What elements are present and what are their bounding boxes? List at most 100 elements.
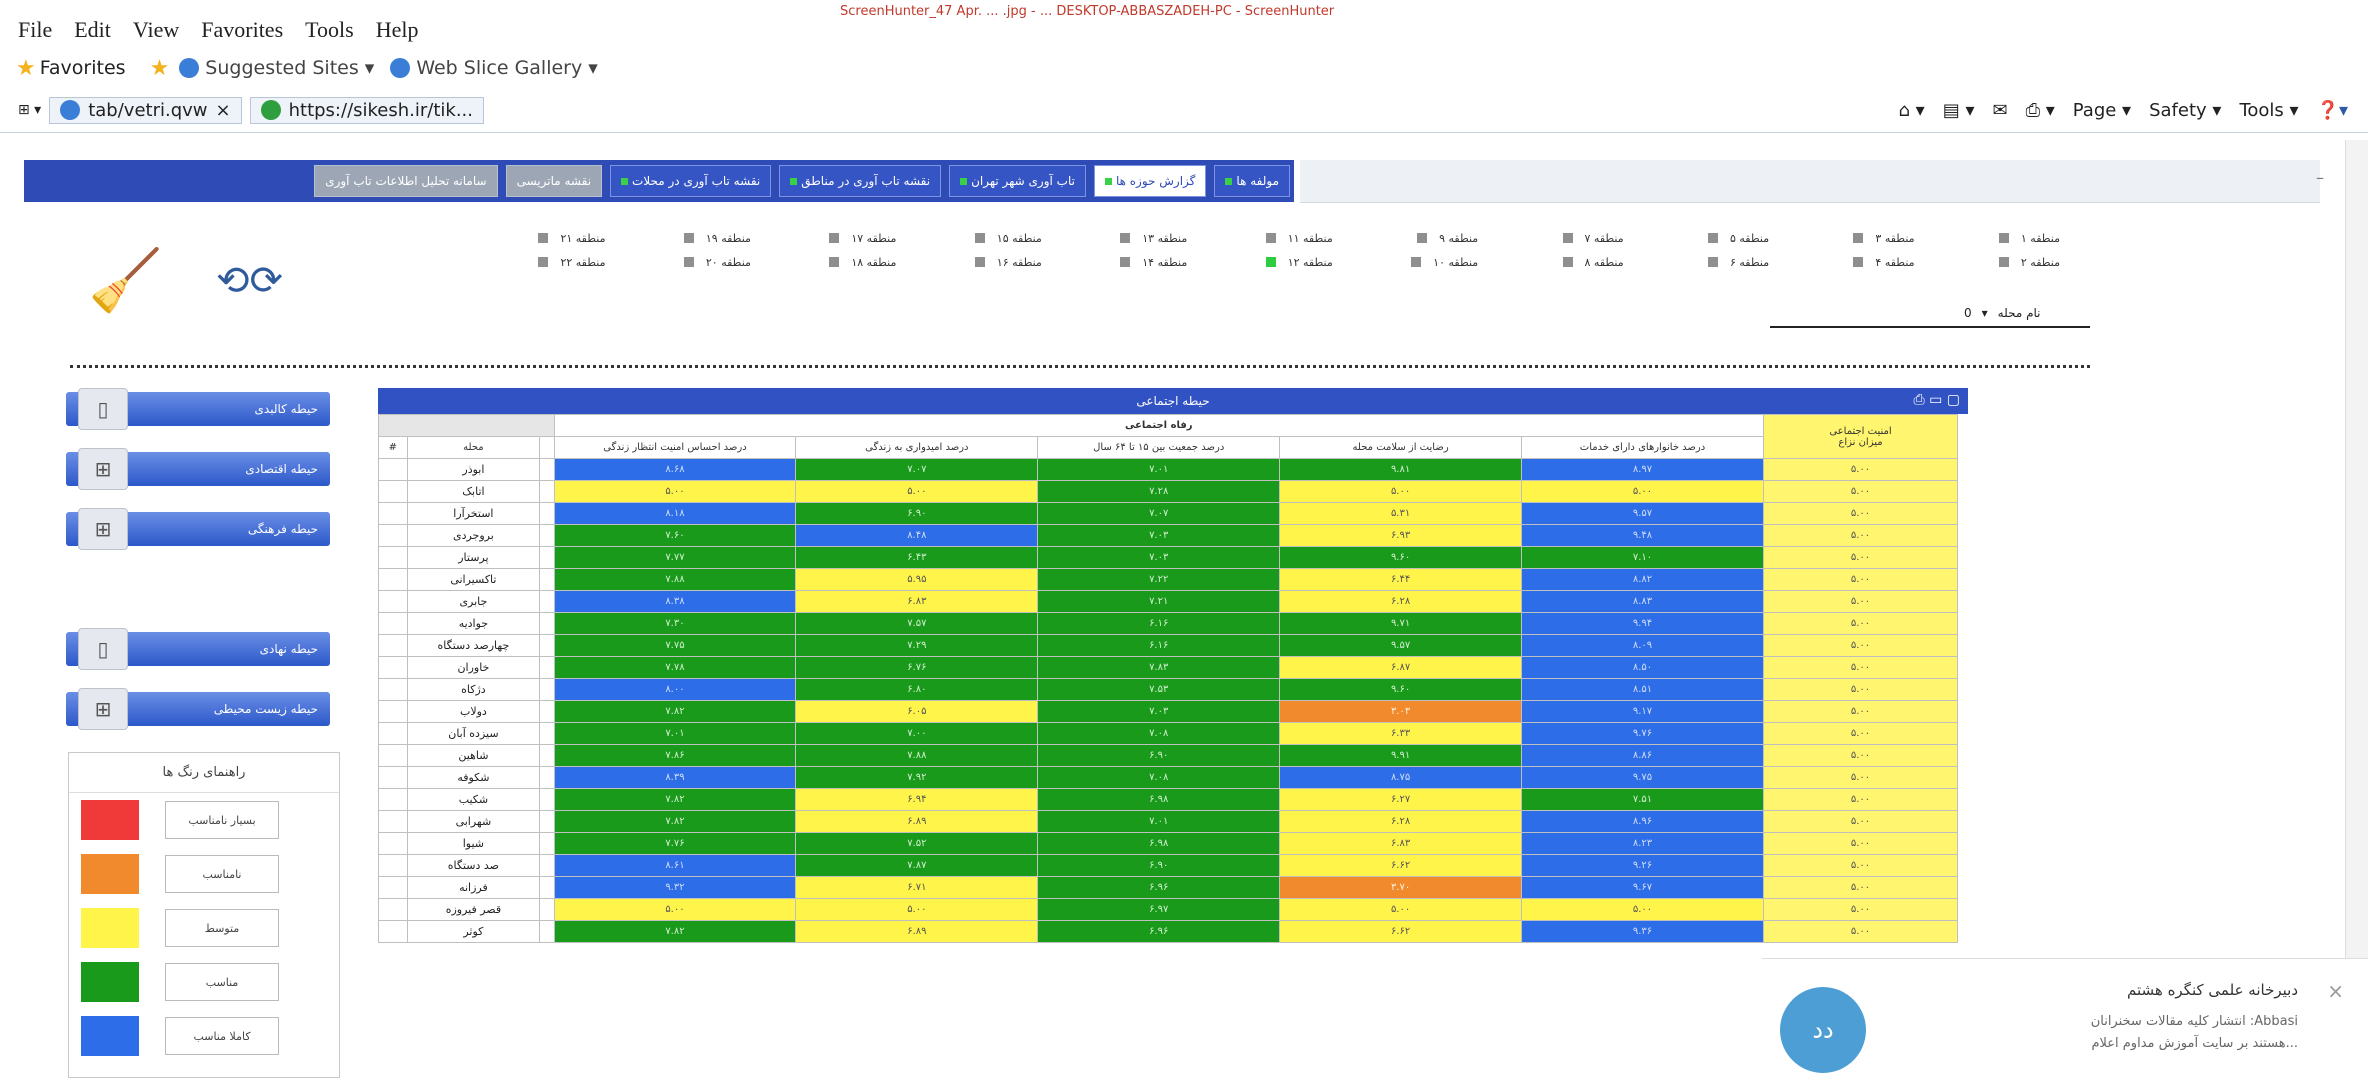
region-checkbox[interactable]: منطقه ۱ <box>1915 232 2060 245</box>
checkbox-icon[interactable] <box>1411 257 1422 267</box>
print-icon[interactable]: ⎙ ▾ <box>2026 100 2055 121</box>
undo-redo-icons[interactable]: ⟲⟳ <box>216 258 283 304</box>
page-scrollbar[interactable] <box>2345 140 2368 1076</box>
table-row[interactable]: شکوفه ۸.۳۹ ۷.۹۲ ۷.۰۸ ۸.۷۵ ۹.۷۵ ۵.۰۰ <box>378 766 1959 789</box>
region-checkbox[interactable]: منطقه ۳ <box>1769 232 1915 245</box>
safety-menu[interactable]: Safety ▾ <box>2149 100 2221 121</box>
checkbox-icon[interactable] <box>974 257 985 267</box>
checkbox-icon[interactable] <box>1562 233 1573 243</box>
checkbox-icon[interactable] <box>1707 257 1718 267</box>
checkbox-icon[interactable] <box>1417 233 1428 243</box>
side-button-1[interactable]: ⊞ حیطه اقتصادی <box>66 448 330 490</box>
table-row[interactable]: ابوذر ۸.۶۸ ۷.۰۷ ۷.۰۱ ۹.۸۱ ۸.۹۷ ۵.۰۰ <box>378 458 1959 481</box>
column-header[interactable]: درصد امیدواری به زندگی <box>795 436 1039 459</box>
side-button-4[interactable]: ⊞ حیطه زیست محیطی <box>66 688 330 730</box>
checkbox-icon[interactable] <box>1853 257 1864 267</box>
region-checkbox[interactable]: منطقه ۱۷ <box>751 232 896 245</box>
table-row[interactable]: تاکسیرانی ۷.۸۸ ۵.۹۵ ۷.۲۲ ۶.۴۴ ۸.۸۲ ۵.۰۰ <box>378 568 1959 591</box>
panel-tools-icon[interactable]: ⎙ ▭ ▢ <box>1913 392 1960 408</box>
table-row[interactable]: شهرابی ۷.۸۲ ۶.۸۹ ۷.۰۱ ۶.۲۸ ۸.۹۶ ۵.۰۰ <box>378 810 1959 833</box>
nav-tab[interactable]: نقشه ماتریسی <box>505 165 603 197</box>
table-row[interactable]: فرزانه ۹.۳۲ ۶.۷۱ ۶.۹۶ ۳.۷۰ ۹.۶۷ ۵.۰۰ <box>378 876 1959 899</box>
clear-selection-broom-icon[interactable]: 🧹 <box>88 245 163 316</box>
nav-tab[interactable]: سامانه تحلیل اطلاعات تاب آوری <box>314 165 498 197</box>
side-button-2[interactable]: ⊞ حیطه فرهنگی <box>66 508 330 550</box>
tab-list-icon[interactable]: ⊞ ▾ <box>18 102 41 118</box>
add-favorite-icon[interactable]: ★ <box>150 56 170 81</box>
neighborhood-select[interactable]: 0 ▾ نام محله <box>1770 300 2090 328</box>
region-checkbox[interactable]: منطقه ۱۱ <box>1187 232 1333 245</box>
region-checkbox[interactable]: منطقه ۱۸ <box>751 256 896 269</box>
help-icon[interactable]: ❓▾ <box>2317 100 2348 121</box>
checkbox-icon[interactable] <box>538 233 549 243</box>
tools-menu[interactable]: Tools ▾ <box>2239 100 2298 121</box>
checkbox-icon[interactable] <box>974 233 985 243</box>
menu-item-favorites[interactable]: Favorites <box>201 17 283 43</box>
checkbox-icon[interactable] <box>1707 233 1718 243</box>
table-row[interactable]: استخرآرا ۸.۱۸ ۶.۹۰ ۷.۰۷ ۵.۳۱ ۹.۵۷ ۵.۰۰ <box>378 502 1959 525</box>
column-header[interactable]: رضایت از سلامت محله <box>1279 436 1523 459</box>
table-row[interactable]: قصر فیروزه ۵.۰۰ ۵.۰۰ ۶.۹۷ ۵.۰۰ ۵.۰۰ ۵.۰۰ <box>378 898 1959 921</box>
table-row[interactable]: دژکاه ۸.۰۰ ۶.۸۰ ۷.۵۳ ۹.۶۰ ۸.۵۱ ۵.۰۰ <box>378 678 1959 701</box>
menu-item-edit[interactable]: Edit <box>74 17 111 43</box>
checkbox-icon[interactable] <box>683 257 694 267</box>
close-icon[interactable]: × <box>2327 979 2344 1003</box>
table-row[interactable]: دولاب ۷.۸۲ ۶.۰۵ ۷.۰۳ ۳.۰۳ ۹.۱۷ ۵.۰۰ <box>378 700 1959 723</box>
minimize-icon[interactable]: – <box>2316 168 2324 187</box>
favorites-star-icon[interactable]: ★ <box>16 56 36 81</box>
checkbox-icon[interactable] <box>1853 233 1864 243</box>
table-row[interactable]: اتابک ۵.۰۰ ۵.۰۰ ۷.۲۸ ۵.۰۰ ۵.۰۰ ۵.۰۰ <box>378 480 1959 503</box>
table-row[interactable]: چهارصد دستگاه ۷.۷۵ ۷.۲۹ ۶.۱۶ ۹.۵۷ ۸.۰۹ ۵.۰۰ <box>378 634 1959 657</box>
region-checkbox[interactable]: منطقه ۲۱ <box>460 232 605 245</box>
browser-tab[interactable]: https://sikesh.ir/tik... <box>249 96 484 124</box>
feeds-icon[interactable]: ▤ ▾ <box>1943 100 1975 121</box>
page-menu[interactable]: Page ▾ <box>2073 100 2131 121</box>
suggested-sites-link[interactable]: Suggested Sites ▾ <box>205 57 374 79</box>
menu-item-file[interactable]: File <box>18 17 52 43</box>
home-icon[interactable]: ⌂ ▾ <box>1899 100 1925 121</box>
region-checkbox[interactable]: منطقه ۹ <box>1333 232 1478 245</box>
region-checkbox[interactable]: منطقه ۱۰ <box>1333 256 1478 269</box>
table-row[interactable]: پرستار ۷.۷۷ ۶.۴۳ ۷.۰۳ ۹.۶۰ ۷.۱۰ ۵.۰۰ <box>378 546 1959 569</box>
region-checkbox[interactable]: منطقه ۱۵ <box>896 232 1042 245</box>
table-row[interactable]: سیزده آبان ۷.۰۱ ۷.۰۰ ۷.۰۸ ۶.۳۳ ۹.۷۶ ۵.۰۰ <box>378 722 1959 745</box>
table-row[interactable]: خاوران ۷.۷۸ ۶.۷۶ ۷.۸۳ ۶.۸۷ ۸.۵۰ ۵.۰۰ <box>378 656 1959 679</box>
checkbox-icon[interactable] <box>1998 257 2009 267</box>
column-header[interactable]: درصد جمعیت بین ۱۵ تا ۶۴ سال <box>1037 436 1281 459</box>
region-checkbox[interactable]: منطقه ۱۲ <box>1187 256 1333 269</box>
nav-tab[interactable]: گزارش حوزه ها <box>1093 165 1207 197</box>
table-row[interactable]: شکیب ۷.۸۲ ۶.۹۴ ۶.۹۸ ۶.۲۷ ۷.۵۱ ۵.۰۰ <box>378 788 1959 811</box>
checkbox-icon[interactable] <box>1998 233 2009 243</box>
checkbox-icon[interactable] <box>1265 233 1276 243</box>
checkbox-icon[interactable] <box>1265 257 1276 267</box>
region-checkbox[interactable]: منطقه ۲۰ <box>605 256 751 269</box>
table-row[interactable]: جابری ۸.۳۸ ۶.۸۳ ۷.۲۱ ۶.۲۸ ۸.۸۳ ۵.۰۰ <box>378 590 1959 613</box>
table-row[interactable]: صد دستگاه ۸.۶۱ ۷.۸۷ ۶.۹۰ ۶.۶۲ ۹.۲۶ ۵.۰۰ <box>378 854 1959 877</box>
nav-tab[interactable]: تاب آوری شهر تهران <box>949 165 1086 197</box>
table-row[interactable]: جوادیه ۷.۳۰ ۷.۵۷ ۶.۱۶ ۹.۷۱ ۹.۹۴ ۵.۰۰ <box>378 612 1959 635</box>
table-row[interactable]: کوثر ۷.۸۲ ۶.۸۹ ۶.۹۶ ۶.۶۲ ۹.۳۶ ۵.۰۰ <box>378 920 1959 943</box>
region-checkbox[interactable]: منطقه ۱۴ <box>1042 256 1187 269</box>
browser-tab[interactable]: tab/vetri.qvw × <box>49 96 242 124</box>
notification-toast[interactable]: دد دبیرخانه علمی کنگره هشتم Abbasi: انتش… <box>1762 958 2368 1077</box>
region-checkbox[interactable]: منطقه ۵ <box>1624 232 1769 245</box>
region-checkbox[interactable]: منطقه ۲۲ <box>460 256 605 269</box>
table-row[interactable]: شیوا ۷.۷۶ ۷.۵۲ ۶.۹۸ ۶.۸۳ ۸.۲۳ ۵.۰۰ <box>378 832 1959 855</box>
favorites-button[interactable]: Favorites <box>40 57 126 79</box>
region-checkbox[interactable]: منطقه ۷ <box>1478 232 1624 245</box>
region-checkbox[interactable]: منطقه ۶ <box>1624 256 1769 269</box>
mail-icon[interactable]: ✉ <box>1992 100 2007 121</box>
region-checkbox[interactable]: منطقه ۸ <box>1478 256 1624 269</box>
checkbox-icon[interactable] <box>1120 233 1131 243</box>
checkbox-icon[interactable] <box>829 233 840 243</box>
checkbox-icon[interactable] <box>829 257 840 267</box>
side-button-0[interactable]: ▯ حیطه کالبدی <box>66 388 330 430</box>
checkbox-icon[interactable] <box>1562 257 1573 267</box>
menu-item-view[interactable]: View <box>133 17 179 43</box>
menu-item-help[interactable]: Help <box>376 17 419 43</box>
region-checkbox[interactable]: منطقه ۴ <box>1769 256 1915 269</box>
region-checkbox[interactable]: منطقه ۱۹ <box>605 232 751 245</box>
nav-tab[interactable]: مولفه ها <box>1214 165 1290 197</box>
checkbox-icon[interactable] <box>683 233 694 243</box>
table-row[interactable]: شاهین ۷.۸۶ ۷.۸۸ ۶.۹۰ ۹.۹۱ ۸.۸۶ ۵.۰۰ <box>378 744 1959 767</box>
